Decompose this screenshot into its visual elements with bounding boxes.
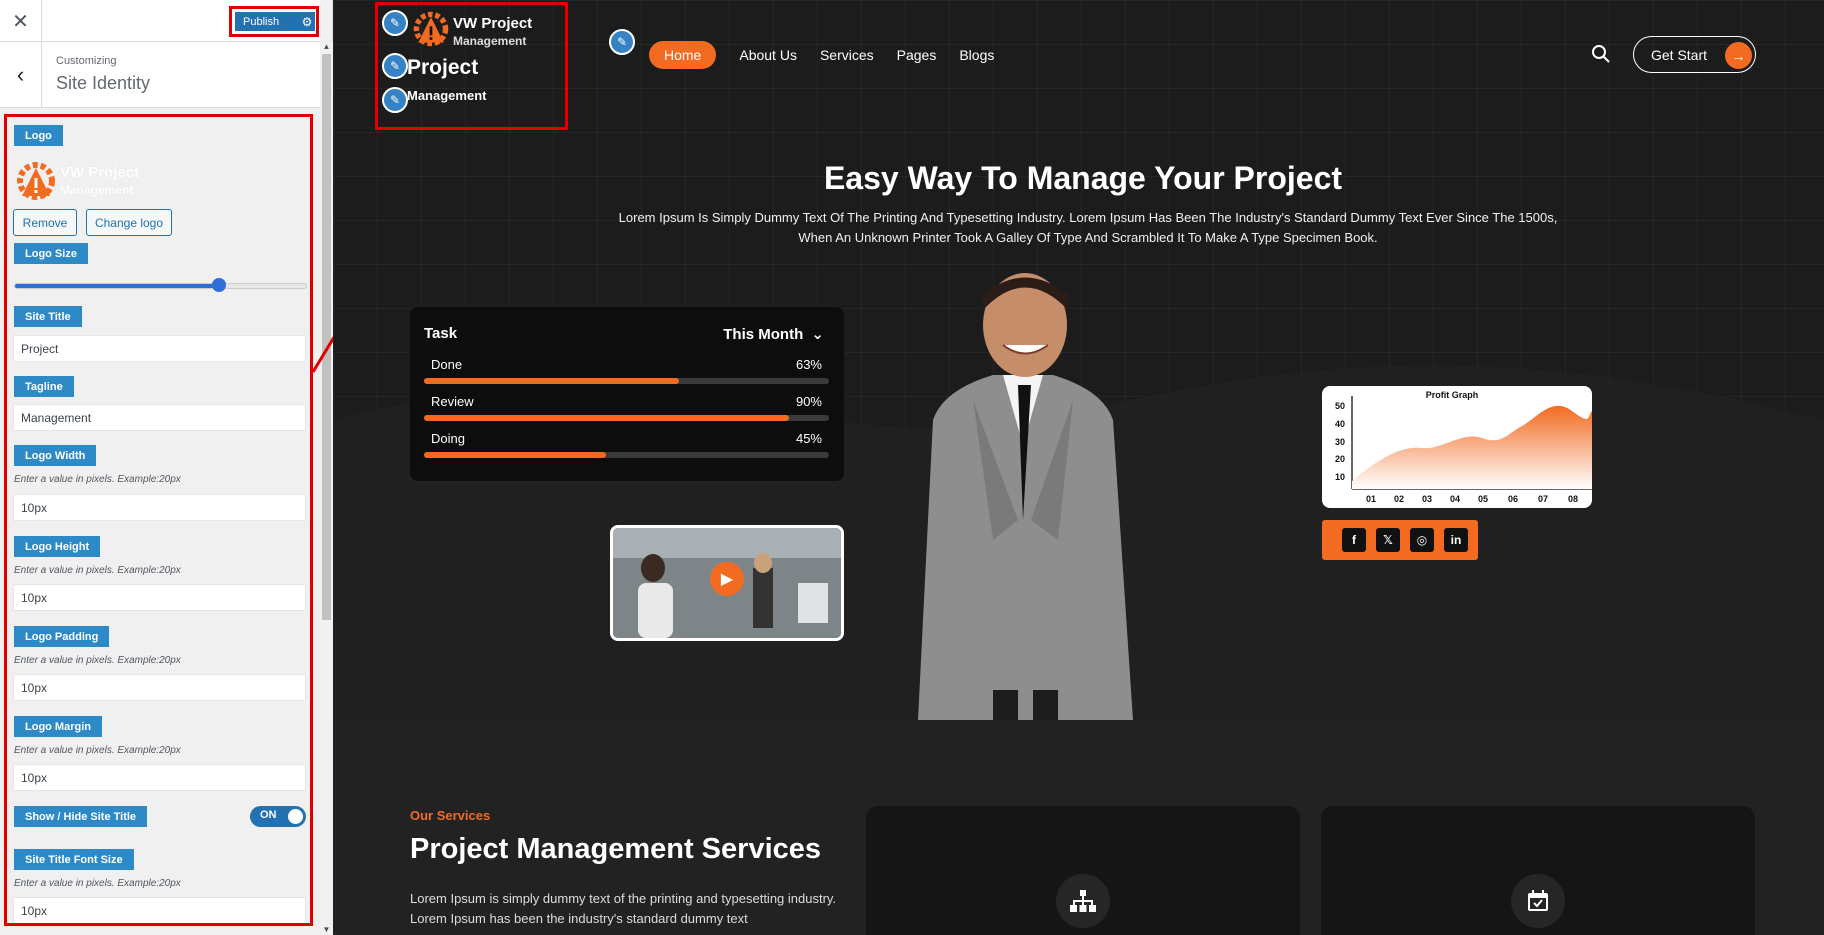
arrow-right-icon: → — [1725, 42, 1752, 69]
get-start-label: Get Start — [1651, 46, 1708, 63]
edit-logo-button[interactable]: ✎ — [382, 10, 408, 36]
edit-menu-button[interactable]: ✎ — [609, 29, 635, 55]
chevron-down-icon: ⌄ — [811, 326, 824, 343]
edit-title-button[interactable]: ✎ — [382, 53, 408, 79]
task-progress-track — [424, 378, 829, 384]
task-row-name: Doing — [431, 431, 465, 446]
facebook-icon[interactable]: f — [1342, 528, 1366, 552]
task-row-name: Done — [431, 357, 463, 372]
period-dropdown[interactable]: This Month ⌄ — [723, 325, 824, 343]
pencil-icon: ✎ — [389, 16, 401, 30]
site-logo-subname: Management — [453, 34, 527, 48]
y-tick: 50 — [1335, 401, 1346, 411]
services-kicker: Our Services — [410, 808, 491, 823]
pencil-icon: ✎ — [389, 93, 401, 107]
task-progress-fill — [424, 452, 607, 458]
services-description: Lorem Ipsum is simply dummy text of the … — [410, 891, 837, 926]
x-icon[interactable]: 𝕏 — [1376, 528, 1400, 552]
play-button[interactable]: ▶ — [710, 562, 744, 596]
x-tick: 01 — [1366, 494, 1377, 504]
task-progress-track — [424, 452, 829, 458]
nav-services[interactable]: Services — [820, 41, 874, 69]
site-logo-name: VW Project — [453, 15, 533, 32]
task-progress-track — [424, 415, 829, 421]
nav-home[interactable]: Home — [649, 41, 717, 69]
x-tick: 05 — [1478, 494, 1489, 504]
service-card[interactable] — [866, 806, 1300, 935]
nav-pages[interactable]: Pages — [897, 41, 937, 69]
search-icon[interactable] — [1591, 44, 1611, 64]
site-logo-icon — [413, 11, 449, 47]
edit-tagline-button[interactable]: ✎ — [382, 87, 408, 113]
nav-about-us[interactable]: About Us — [739, 41, 797, 69]
x-tick: 04 — [1450, 494, 1461, 504]
x-tick: 03 — [1422, 494, 1433, 504]
site-branding-highlight: ✎ VW Project Management ✎ Project ✎ Mana… — [375, 2, 568, 130]
main-navigation: Home About Us Services Pages Blogs — [649, 41, 1017, 69]
hero-title: Easy Way To Manage Your Project — [823, 160, 1343, 196]
video-thumbnail[interactable]: ▶ — [610, 525, 844, 641]
site-title[interactable]: Project — [407, 56, 478, 80]
site-preview: ✎ VW Project Management ✎ Project ✎ Mana… — [333, 0, 1824, 935]
profit-graph-chart — [1351, 396, 1592, 490]
task-progress-fill — [424, 378, 680, 384]
task-card-title: Task — [424, 325, 458, 342]
services-title: Project Management Services — [410, 833, 822, 865]
y-tick: 40 — [1335, 419, 1346, 429]
task-row-percent: 63% — [795, 357, 822, 372]
instagram-icon[interactable]: ◎ — [1410, 528, 1434, 552]
profit-graph-card: Profit Graph 50 40 30 20 10 01 02 03 04 … — [1322, 386, 1592, 508]
task-row-name: Review — [431, 394, 474, 409]
businessman-image — [918, 273, 1133, 720]
x-tick: 06 — [1508, 494, 1519, 504]
task-row-percent: 90% — [795, 394, 822, 409]
y-tick: 10 — [1335, 472, 1346, 482]
x-tick: 02 — [1394, 494, 1405, 504]
calendar-check-icon — [1511, 874, 1565, 928]
linkedin-icon[interactable]: in — [1444, 528, 1468, 552]
site-tagline: Management — [407, 88, 487, 103]
pencil-icon: ✎ — [389, 59, 401, 73]
task-progress-fill — [424, 415, 789, 421]
sitemap-icon — [1056, 874, 1110, 928]
pencil-icon: ✎ — [616, 35, 628, 49]
service-card[interactable] — [1321, 806, 1755, 935]
nav-blogs[interactable]: Blogs — [959, 41, 994, 69]
task-row-percent: 45% — [795, 431, 822, 446]
task-card: Task This Month ⌄ Done 63% Review 90% Do… — [410, 307, 844, 481]
y-tick: 20 — [1335, 454, 1346, 464]
get-start-button[interactable]: Get Start → — [1633, 36, 1756, 73]
period-dropdown-label: This Month — [723, 326, 804, 343]
social-links: f 𝕏 ◎ in — [1322, 520, 1478, 560]
hero-description: Lorem Ipsum Is Simply Dummy Text Of The … — [618, 210, 1558, 245]
play-icon: ▶ — [720, 571, 734, 588]
y-tick: 30 — [1335, 437, 1346, 447]
x-tick: 08 — [1568, 494, 1579, 504]
x-tick: 07 — [1538, 494, 1549, 504]
